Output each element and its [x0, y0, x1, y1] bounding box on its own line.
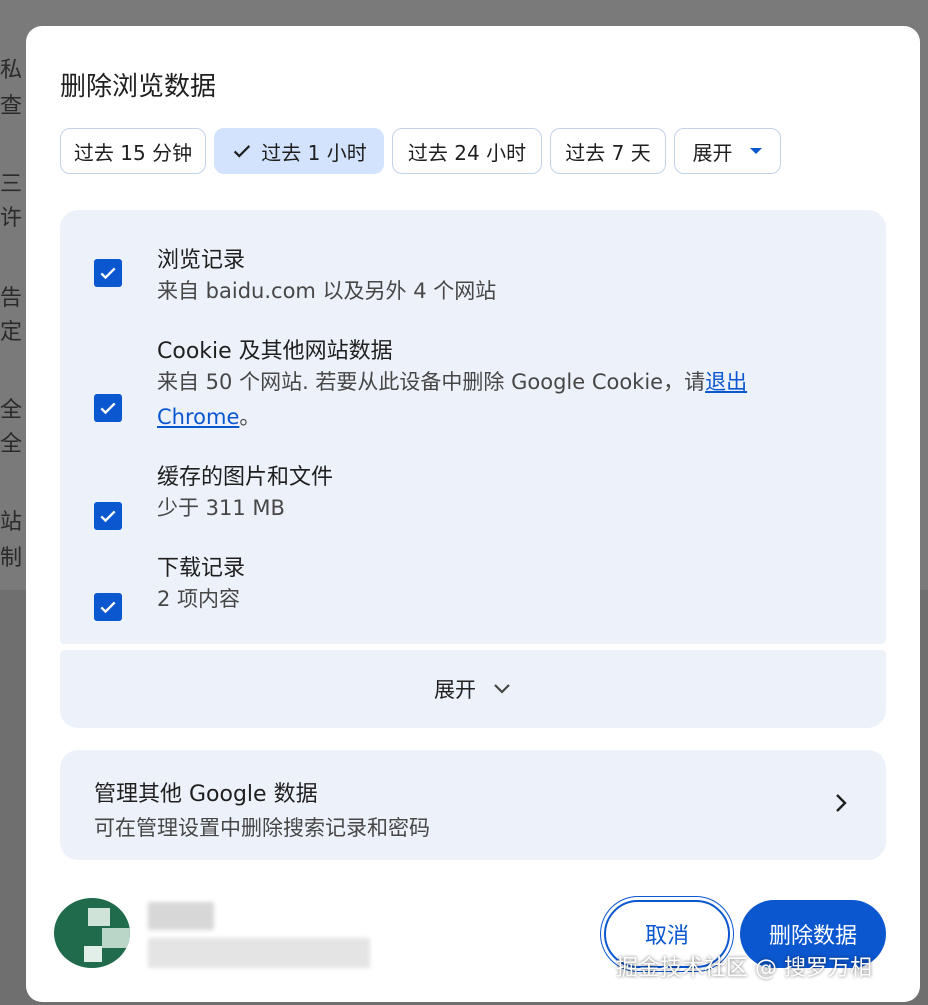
- check-icon: [100, 601, 116, 614]
- chevron-down-icon: [492, 682, 512, 696]
- check-icon: [100, 510, 116, 523]
- chip-label: 过去 15 分钟: [73, 140, 193, 165]
- item-subtitle-text: 来自 50 个网站. 若要从此设备中删除 Google Cookie，请: [157, 370, 706, 394]
- background-text: 三: [0, 172, 23, 197]
- background-text: 全: [0, 432, 23, 457]
- background-text: 许: [0, 206, 23, 231]
- caret-down-icon: [749, 146, 763, 156]
- manage-title: 管理其他 Google 数据: [94, 782, 318, 807]
- background-text: 站: [0, 510, 23, 535]
- more-ranges-dropdown[interactable]: 展开: [674, 128, 781, 174]
- data-types-panel: 浏览记录 来自 baidu.com 以及另外 4 个网站 Cookie 及其他网…: [60, 210, 886, 644]
- account-name: ██: [148, 902, 214, 930]
- cookies-checkbox[interactable]: [94, 394, 122, 422]
- chip-label: 过去 24 小时: [407, 140, 527, 165]
- check-icon: [231, 140, 253, 162]
- cache-checkbox[interactable]: [94, 502, 122, 530]
- chip-label: 展开: [692, 140, 733, 165]
- expand-label: 展开: [434, 678, 476, 702]
- check-icon: [100, 402, 116, 415]
- manage-subtitle: 可在管理设置中删除搜索记录和密码: [94, 816, 430, 840]
- account-email: ██████████████: [148, 938, 370, 968]
- chip-1-hour[interactable]: 过去 1 小时: [214, 128, 384, 174]
- chip-label: 过去 1 小时: [261, 140, 367, 165]
- avatar: [54, 898, 130, 968]
- expand-button[interactable]: 展开: [60, 650, 886, 728]
- background-text: 告: [0, 286, 23, 311]
- background-text: 定: [0, 320, 23, 345]
- item-subtitle: 来自 baidu.com 以及另外 4 个网站: [157, 279, 497, 303]
- manage-google-data-button[interactable]: 管理其他 Google 数据 可在管理设置中删除搜索记录和密码: [60, 750, 886, 860]
- item-subtitle-suffix: 。: [239, 405, 261, 429]
- dialog-title: 删除浏览数据: [60, 72, 217, 102]
- chip-7-days[interactable]: 过去 7 天: [550, 128, 666, 174]
- check-icon: [100, 267, 116, 280]
- item-subtitle: 来自 50 个网站. 若要从此设备中删除 Google Cookie，请退出 C…: [157, 365, 837, 435]
- background-text: 查: [0, 94, 23, 119]
- background-text: 私: [0, 58, 23, 83]
- chip-label: 过去 7 天: [565, 140, 651, 165]
- watermark: 掘金技术社区 @ 搜罗万相: [616, 956, 872, 981]
- history-checkbox[interactable]: [94, 259, 122, 287]
- background-text: 全: [0, 398, 23, 423]
- chevron-right-icon: [834, 792, 848, 814]
- downloads-checkbox[interactable]: [94, 593, 122, 621]
- item-title: 下载记录: [157, 556, 246, 581]
- item-title: 缓存的图片和文件: [157, 465, 334, 490]
- item-subtitle: 少于 311 MB: [157, 496, 285, 520]
- item-title: 浏览记录: [157, 248, 246, 273]
- clear-browsing-data-dialog: 删除浏览数据 过去 15 分钟 过去 1 小时 过去 24 小时 过去 7 天 …: [26, 26, 920, 1002]
- item-title: Cookie 及其他网站数据: [157, 339, 393, 364]
- item-subtitle: 2 项内容: [157, 587, 241, 611]
- chip-15-minutes[interactable]: 过去 15 分钟: [60, 128, 206, 174]
- chip-24-hours[interactable]: 过去 24 小时: [392, 128, 542, 174]
- background-text: 制: [0, 546, 23, 571]
